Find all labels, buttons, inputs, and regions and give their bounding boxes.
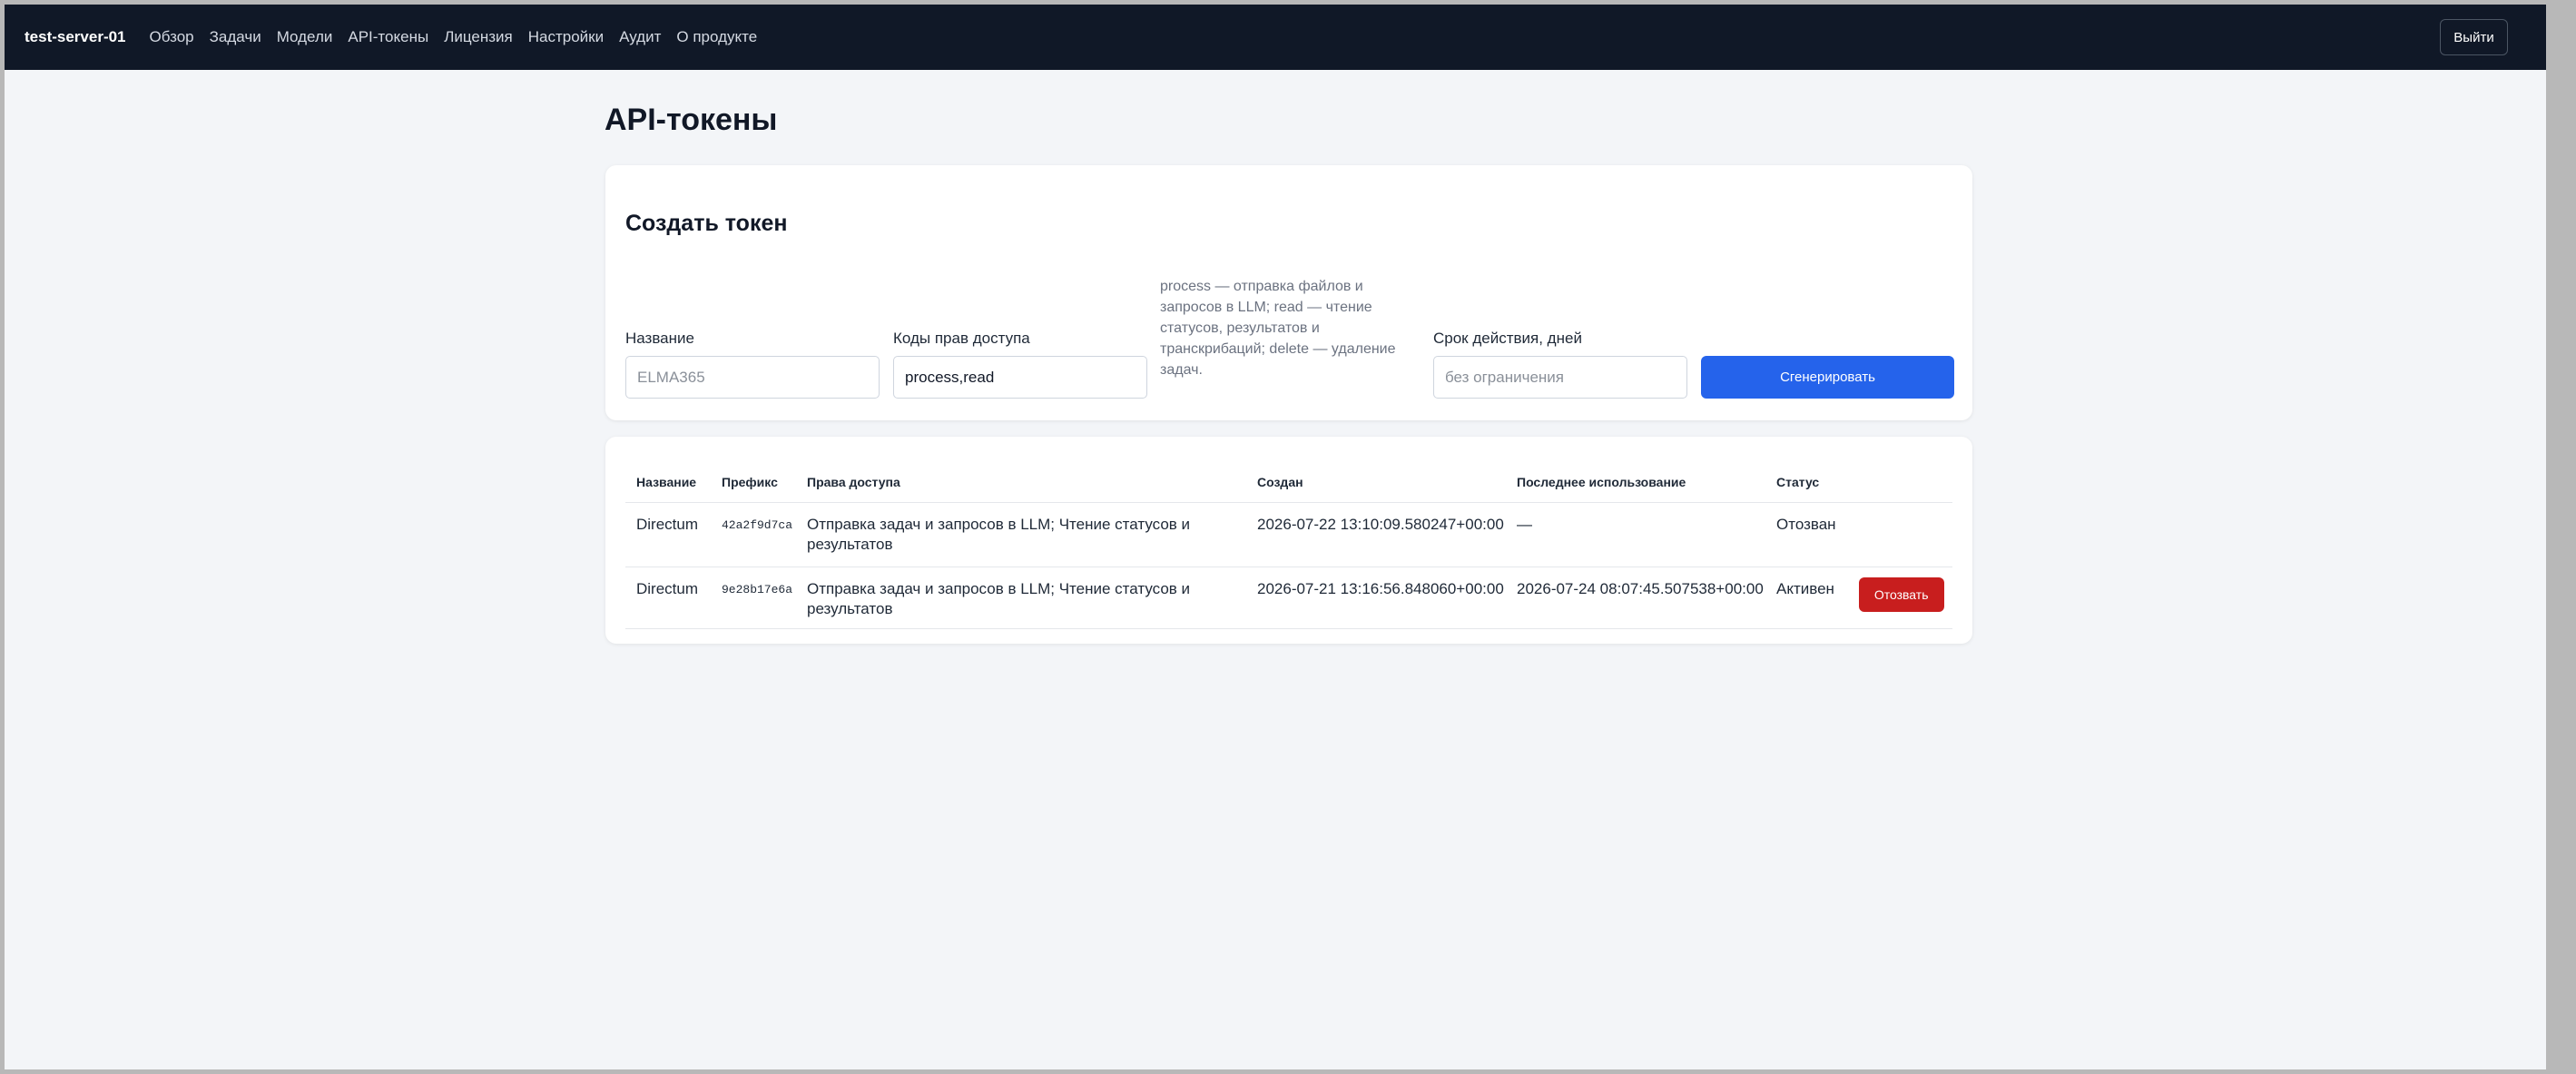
top-navbar: test-server-01 Обзор Задачи Модели API-т… [5, 5, 2546, 70]
column-header-scopes: Права доступа [796, 462, 1246, 503]
name-label: Название [625, 330, 694, 347]
column-header-last-used: Последнее использование [1506, 462, 1765, 503]
token-status-cell: Отозван [1765, 502, 1952, 567]
tokens-table: Название Префикс Права доступа Создан По… [625, 462, 1952, 629]
table-row: Directum 9e28b17e6a Отправка задач и зап… [625, 567, 1952, 629]
status-text: Активен [1776, 580, 1834, 597]
app-window: test-server-01 Обзор Задачи Модели API-т… [5, 5, 2546, 1069]
logout-button[interactable]: Выйти [2440, 19, 2508, 55]
nav-item-settings[interactable]: Настройки [528, 28, 604, 46]
server-name[interactable]: test-server-01 [25, 28, 126, 46]
token-created: 2026-07-22 13:10:09.580247+00:00 [1246, 502, 1506, 567]
table-header-row: Название Префикс Права доступа Создан По… [625, 462, 1952, 503]
token-status-cell: Активен Отозвать [1765, 567, 1952, 629]
token-scopes: Отправка задач и запросов в LLM; Чтение … [796, 502, 1246, 567]
expiry-input[interactable] [1433, 356, 1687, 399]
create-token-title: Создать токен [625, 211, 788, 236]
create-token-card: Создать токен Название Коды прав доступа… [605, 165, 1972, 420]
column-header-status: Статус [1765, 462, 1952, 503]
generate-button[interactable]: Сгенерировать [1701, 356, 1954, 399]
name-input[interactable] [625, 356, 880, 399]
token-name: Directum [625, 567, 711, 629]
column-header-created: Создан [1246, 462, 1506, 503]
page-title: API-токены [605, 103, 778, 137]
nav-item-license[interactable]: Лицензия [444, 28, 513, 46]
nav-item-models[interactable]: Модели [277, 28, 333, 46]
column-header-name: Название [625, 462, 711, 503]
nav-item-overview[interactable]: Обзор [150, 28, 194, 46]
revoke-button[interactable]: Отозвать [1858, 577, 1944, 612]
token-name: Directum [625, 502, 711, 567]
status-text: Отозван [1776, 516, 1836, 533]
token-prefix: 9e28b17e6a [711, 567, 796, 629]
nav-item-about[interactable]: О продукте [676, 28, 757, 46]
tokens-card: Название Префикс Права доступа Создан По… [605, 437, 1972, 644]
nav-item-tasks[interactable]: Задачи [210, 28, 261, 46]
token-scopes: Отправка задач и запросов в LLM; Чтение … [796, 567, 1246, 629]
scopes-label: Коды прав доступа [893, 330, 1030, 347]
nav-item-api-tokens[interactable]: API-токены [348, 28, 428, 46]
scopes-input[interactable] [893, 356, 1147, 399]
nav-item-audit[interactable]: Аудит [619, 28, 661, 46]
token-prefix: 42a2f9d7ca [711, 502, 796, 567]
table-row: Directum 42a2f9d7ca Отправка задач и зап… [625, 502, 1952, 567]
expiry-label: Срок действия, дней [1433, 330, 1582, 347]
scopes-hint: process — отправка файлов и запросов в L… [1160, 279, 1396, 378]
column-header-prefix: Префикс [711, 462, 796, 503]
token-last-used: 2026-07-24 08:07:45.507538+00:00 [1506, 567, 1765, 629]
token-created: 2026-07-21 13:16:56.848060+00:00 [1246, 567, 1506, 629]
token-last-used: — [1506, 502, 1765, 567]
